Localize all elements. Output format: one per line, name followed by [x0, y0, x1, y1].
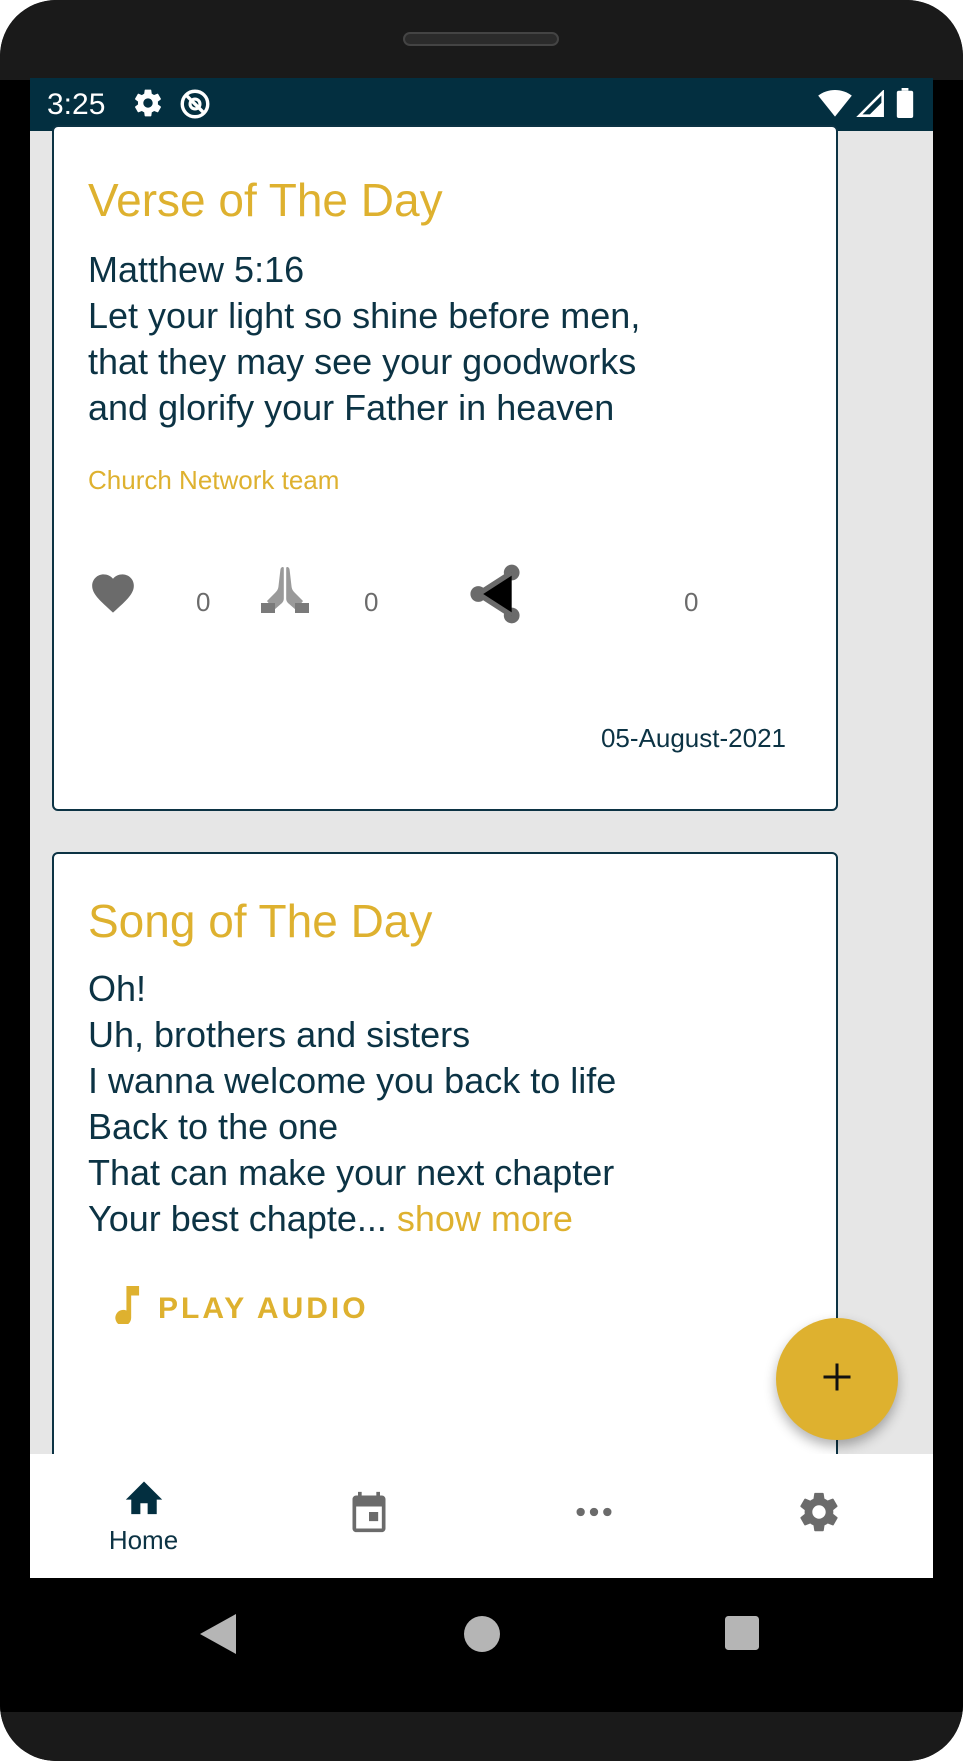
nav-item-more[interactable]: [481, 1454, 706, 1578]
praying-hands-icon[interactable]: [260, 563, 310, 620]
author-label: Church Network team: [88, 465, 340, 495]
device-bottom-bezel: [0, 1712, 963, 1761]
like-heart-icon[interactable]: [88, 567, 138, 620]
settings-gear-icon: [132, 87, 164, 124]
song-of-the-day-card[interactable]: Song of The Day Oh! Uh, brothers and sis…: [52, 852, 838, 1552]
card-title: Song of The Day: [88, 895, 433, 947]
signal-icon: [856, 89, 886, 123]
wifi-icon: [818, 90, 852, 123]
device-speaker: [403, 32, 559, 46]
recents-square-icon[interactable]: [725, 1616, 759, 1655]
app-screen: 3:25 Verse of The Day Matthew 5:16 Let y…: [30, 78, 933, 1578]
share-icon[interactable]: [466, 563, 524, 630]
nav-item-calendar[interactable]: [256, 1454, 481, 1578]
verse-of-the-day-card[interactable]: Verse of The Day Matthew 5:16 Let your l…: [52, 125, 838, 811]
more-horiz-icon: [574, 1505, 614, 1523]
nav-item-settings[interactable]: [706, 1454, 931, 1578]
verse-text: Matthew 5:16 Let your light so shine bef…: [88, 249, 641, 428]
play-audio-button[interactable]: PLAY AUDIO: [112, 1286, 369, 1332]
status-bar: 3:25: [30, 78, 933, 131]
home-icon: [122, 1476, 166, 1521]
pray-count: 0: [364, 587, 379, 617]
play-audio-label: PLAY AUDIO: [158, 1292, 369, 1325]
home-circle-icon[interactable]: [464, 1616, 500, 1657]
settings-icon: [796, 1489, 842, 1540]
bottom-navigation: Home: [30, 1454, 933, 1578]
device-frame: 3:25 Verse of The Day Matthew 5:16 Let y…: [0, 0, 963, 1761]
status-time: 3:25: [47, 88, 106, 121]
music-note-icon: [112, 1286, 144, 1332]
calendar-icon: [347, 1488, 391, 1541]
card-title: Verse of The Day: [88, 174, 443, 226]
battery-icon: [896, 88, 914, 123]
plus-icon: [819, 1359, 855, 1400]
show-more-link[interactable]: show more: [397, 1198, 573, 1239]
sync-disabled-icon: [178, 87, 212, 126]
song-lyrics: Oh! Uh, brothers and sisters I wanna wel…: [88, 966, 616, 1242]
share-count: 0: [684, 587, 699, 617]
feed[interactable]: Verse of The Day Matthew 5:16 Let your l…: [30, 125, 933, 1552]
system-navigation-bar: [0, 1578, 963, 1712]
like-count: 0: [196, 587, 211, 617]
back-icon[interactable]: [200, 1614, 236, 1659]
post-date: 05-August-2021: [600, 723, 786, 753]
add-fab-button[interactable]: [776, 1318, 898, 1440]
nav-label-home: Home: [108, 1525, 179, 1555]
nav-item-home[interactable]: Home: [31, 1454, 256, 1578]
